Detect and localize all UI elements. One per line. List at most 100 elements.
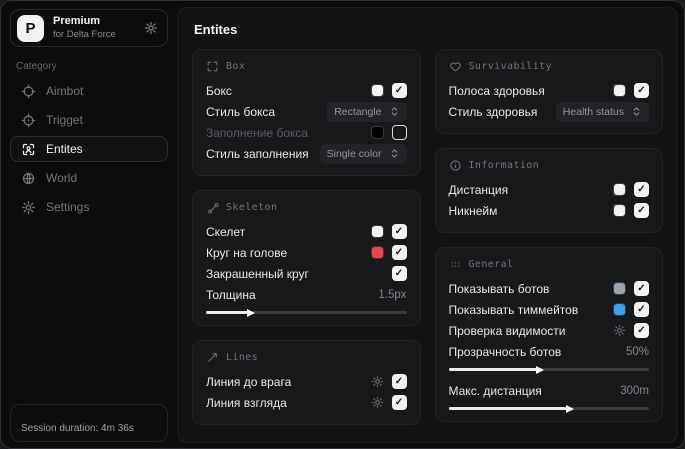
gear-icon[interactable] [144,21,158,35]
slider-group: Макс. дистанция 300m [448,380,649,413]
box-style-select[interactable]: Rectangle [327,101,407,122]
brand-logo: P [17,14,44,42]
panel-box-title: Box [226,61,246,72]
color-swatch[interactable] [613,282,626,295]
bot-opacity-slider[interactable] [448,365,649,374]
color-swatch[interactable] [613,204,626,217]
setting-row: Линия взгляда ✓ [206,392,407,413]
panel-general-header: General [449,258,650,271]
checkbox[interactable]: ✓ [391,395,407,410]
sidebar-item-settings[interactable]: Settings [10,194,168,220]
setting-row: Скелет ✓ [206,221,407,242]
setting-row: Круг на голове ✓ [206,242,407,263]
crosshair-dot-icon [21,113,36,128]
check-icon: ✓ [394,225,404,237]
chevrons-up-down-icon [389,106,400,117]
sidebar-item-label: World [46,171,78,185]
check-icon: ✓ [637,282,646,294]
sidebar-item-trigget[interactable]: Trigget [10,107,168,133]
slider-thumb[interactable] [565,404,574,413]
brand-title: Premium [53,15,101,28]
checkbox[interactable]: ✓ [391,83,407,98]
sidebar-item-aimbot[interactable]: Aimbot [10,78,168,104]
main-content: Entites Box Бокс ✓ Стиль бокса Rectangle… [177,7,678,443]
check-icon: ✓ [394,246,404,258]
gear-icon[interactable] [371,375,384,388]
setting-row: Линия до врага ✓ [206,371,407,392]
slider-value: 300m [620,384,649,397]
color-swatch[interactable] [613,183,626,196]
sidebar-item-label: Settings [46,200,90,214]
setting-row: Заполнение бокса ✓ [206,122,407,143]
setting-row: Толщина 1.5px [206,287,407,302]
checkbox[interactable]: ✓ [634,203,649,218]
panel-skeleton-title: Skeleton [226,202,278,213]
app-window: P Premium for Delta Force Category Aimbo… [0,0,685,449]
checkbox[interactable]: ✓ [634,323,649,338]
check-icon: ✓ [394,375,404,387]
setting-row: Проверка видимости ✓ [449,320,649,341]
color-swatch[interactable] [613,303,626,316]
gear-icon [21,200,36,215]
panel-information-title: Information [468,160,540,171]
panel-box: Box Бокс ✓ Стиль бокса Rectangle Заполне… [192,49,421,176]
setting-row: Бокс ✓ [206,80,407,101]
right-column: Survivability Полоса здоровья ✓ Стиль зд… [434,49,663,425]
panel-lines-title: Lines [226,352,259,363]
checkbox[interactable]: ✓ [634,302,649,317]
info-icon [449,159,462,172]
sidebar-item-label: Entites [46,142,83,156]
color-swatch[interactable] [370,126,384,139]
health-style-select[interactable]: Health status [555,101,649,122]
session-duration: Session duration: 4m 36s [10,404,168,442]
checkbox[interactable]: ✓ [634,83,649,98]
check-icon: ✓ [637,324,646,336]
checkbox[interactable]: ✓ [391,125,407,140]
color-swatch[interactable] [370,246,384,259]
panel-general-title: General [468,259,514,270]
sidebar-item-entites[interactable]: Entites [10,136,168,162]
checkbox[interactable]: ✓ [391,245,407,260]
checkbox[interactable]: ✓ [634,182,649,197]
panel-skeleton: Skeleton Скелет ✓ Круг на голове ✓ Закра… [192,190,421,326]
color-swatch[interactable] [370,225,384,238]
max-distance-slider[interactable] [448,404,649,413]
grid-dots-icon [449,258,462,271]
sidebar-item-world[interactable]: World [10,165,168,191]
gear-icon[interactable] [371,396,384,409]
setting-row: Дистанция ✓ [449,179,649,200]
panel-survivability: Survivability Полоса здоровья ✓ Стиль зд… [434,49,663,134]
gear-icon[interactable] [613,324,626,337]
panel-survivability-header: Survivability [449,60,650,73]
color-swatch[interactable] [613,84,626,97]
brand-card: P Premium for Delta Force [10,9,168,47]
sidebar-item-label: Aimbot [46,84,84,98]
box-corners-icon [206,60,219,73]
setting-row: Показывать ботов ✓ [449,278,649,299]
chevrons-up-down-icon [389,148,400,159]
slider-thumb[interactable] [247,308,256,317]
category-label: Category [16,61,57,72]
checkbox[interactable]: ✓ [391,224,407,239]
thickness-slider[interactable] [206,308,407,317]
setting-row: Стиль бокса Rectangle [206,101,407,122]
checkbox[interactable]: ✓ [634,281,649,296]
setting-row: Никнейм ✓ [449,200,649,221]
color-swatch[interactable] [370,84,384,97]
checkbox[interactable]: ✓ [391,374,407,389]
brand-text: Premium for Delta Force [53,15,116,41]
panel-information: Information Дистанция ✓ Никнейм ✓ [434,148,663,233]
slider-thumb[interactable] [535,365,544,374]
chevrons-up-down-icon [631,106,642,117]
brand-subtitle: for Delta Force [53,28,116,40]
panel-information-header: Information [449,159,650,172]
globe-icon [21,171,36,186]
panel-lines: Lines Линия до врага ✓ Линия взгляда ✓ [192,340,421,425]
crosshair-icon [21,84,36,99]
page-title: Entites [194,22,238,37]
check-icon: ✓ [394,84,404,96]
fill-style-select[interactable]: Single color [319,143,407,164]
check-icon: ✓ [637,204,646,216]
slider-value: 1.5px [378,288,407,301]
checkbox[interactable]: ✓ [391,266,407,281]
